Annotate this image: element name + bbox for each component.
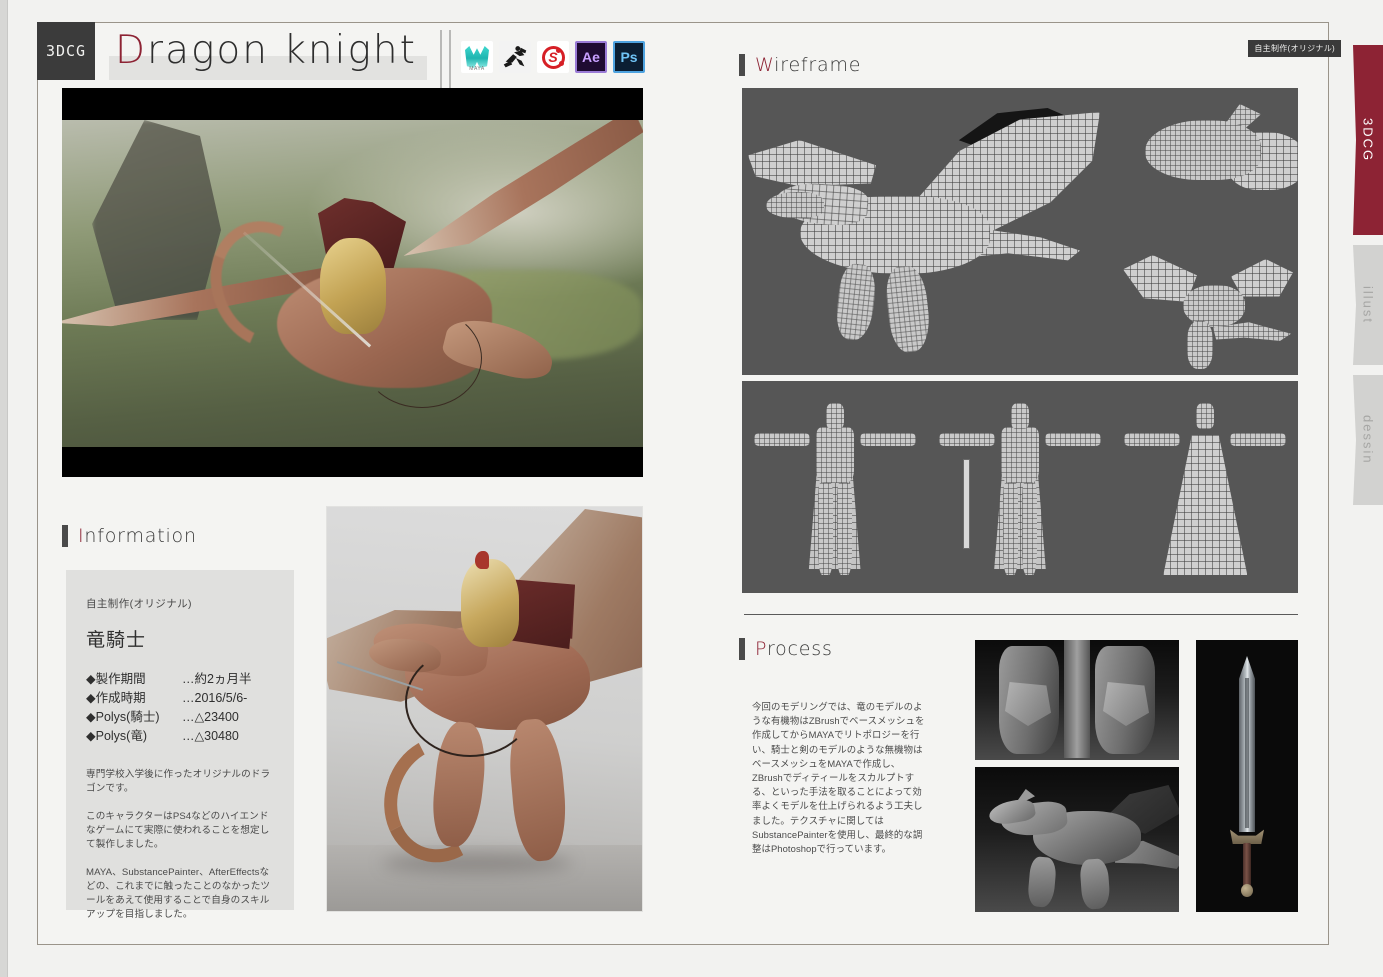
wireframe-heading-initial: W <box>755 54 775 76</box>
photoshop-icon: Ps <box>613 41 645 73</box>
process-heading-rest: rocess <box>766 638 833 660</box>
wireframe-section-heading: Wireframe <box>739 54 861 76</box>
section-divider <box>744 614 1298 615</box>
title-divider-line-2 <box>449 30 451 88</box>
spec-row: ◆製作期間 …約2ヵ月半 <box>86 670 274 689</box>
title-divider-line-1 <box>440 30 442 88</box>
page-title: Dragon knight <box>103 28 433 80</box>
wireframe-side-panel-group <box>1111 88 1298 375</box>
title-text: Dragon knight <box>115 28 417 73</box>
spec-value: …2016/5/6- <box>182 691 248 705</box>
tab-dessin[interactable]: dessin <box>1353 375 1383 505</box>
spec-value: …約2ヵ月半 <box>182 672 252 686</box>
tab-3dcg[interactable]: 3DCG <box>1353 45 1383 235</box>
information-card: 自主制作(オリジナル) 竜騎士 ◆製作期間 …約2ヵ月半 ◆作成時期 …2016… <box>66 570 294 920</box>
knight-wireframe-side <box>938 401 1101 583</box>
zbrush-icon <box>499 41 531 73</box>
spec-label: ◆作成時期 <box>86 691 146 705</box>
sword-render-image <box>1196 640 1298 912</box>
page-content: 3DCG Dragon knight MAYA S Ae Ps 自主制作(オリジ… <box>0 0 1383 977</box>
process-paragraph: 今回のモデリングでは、竜のモデルのような有機物はZBrushでベースメッシュを作… <box>752 701 925 826</box>
process-section-heading: Process <box>739 638 833 660</box>
wireframe-top-panel-group <box>742 88 1298 375</box>
after-effects-icon: Ae <box>575 41 607 73</box>
information-work-name: 竜騎士 <box>86 630 147 651</box>
maya-icon: MAYA <box>461 41 493 73</box>
dragon-sculpt-zbrush-image <box>975 767 1179 912</box>
knight-wireframe-front <box>753 401 916 583</box>
wireframe-heading-rest: ireframe <box>774 54 862 76</box>
knight-wireframe-panel <box>742 381 1298 593</box>
information-paragraph: このキャラクターはPS4などのハイエンドなゲームにて実際に使われることを想定して… <box>86 811 270 850</box>
secondary-render-image <box>326 506 643 912</box>
heading-bar-icon <box>739 54 745 76</box>
category-badge: 3DCG <box>37 22 95 80</box>
hero-render-image <box>62 88 643 477</box>
software-icon-list: MAYA S Ae Ps <box>461 41 645 73</box>
spec-row: ◆Polys(騎士) …△23400 <box>86 708 274 727</box>
knight-wireframe-back <box>1124 401 1287 583</box>
heading-bar-icon <box>62 525 68 547</box>
information-section-heading: Information <box>62 525 197 547</box>
information-subtitle: 自主制作(オリジナル) <box>86 598 192 610</box>
information-paragraph: 専門学校入学後に作ったオリジナルのドラゴンです。 <box>86 769 271 794</box>
tab-illust[interactable]: illust <box>1353 245 1383 365</box>
dragon-head-wireframe-closeup-panel <box>1111 88 1298 230</box>
spec-value: …△23400 <box>182 710 239 724</box>
spec-label: ◆Polys(騎士) <box>86 710 160 724</box>
armor-sculpt-zbrush-image <box>975 640 1179 760</box>
dragon-wireframe-perspective-panel <box>1111 233 1298 375</box>
information-heading-rest: nformation <box>84 525 197 547</box>
spec-label: ◆製作期間 <box>86 672 146 686</box>
title-rest: ragon knight <box>147 28 417 73</box>
title-initial: D <box>115 28 148 73</box>
spec-label: ◆Polys(竜) <box>86 729 148 743</box>
process-description: 今回のモデリングでは、竜のモデルのような有機物はZBrushでベースメッシュを作… <box>752 700 928 856</box>
origin-badge: 自主制作(オリジナル) <box>1248 40 1341 57</box>
spec-value: …△30480 <box>182 729 239 743</box>
substance-painter-icon: S <box>537 41 569 73</box>
spec-row: ◆作成時期 …2016/5/6- <box>86 689 274 708</box>
dragon-wireframe-full-panel <box>742 88 1108 375</box>
heading-bar-icon <box>739 638 745 660</box>
information-paragraph: MAYA、SubstancePainter、AfterEffectsなどの、これ… <box>86 867 271 920</box>
process-heading-initial: P <box>755 638 767 660</box>
spec-row: ◆Polys(竜) …△30480 <box>86 727 274 746</box>
